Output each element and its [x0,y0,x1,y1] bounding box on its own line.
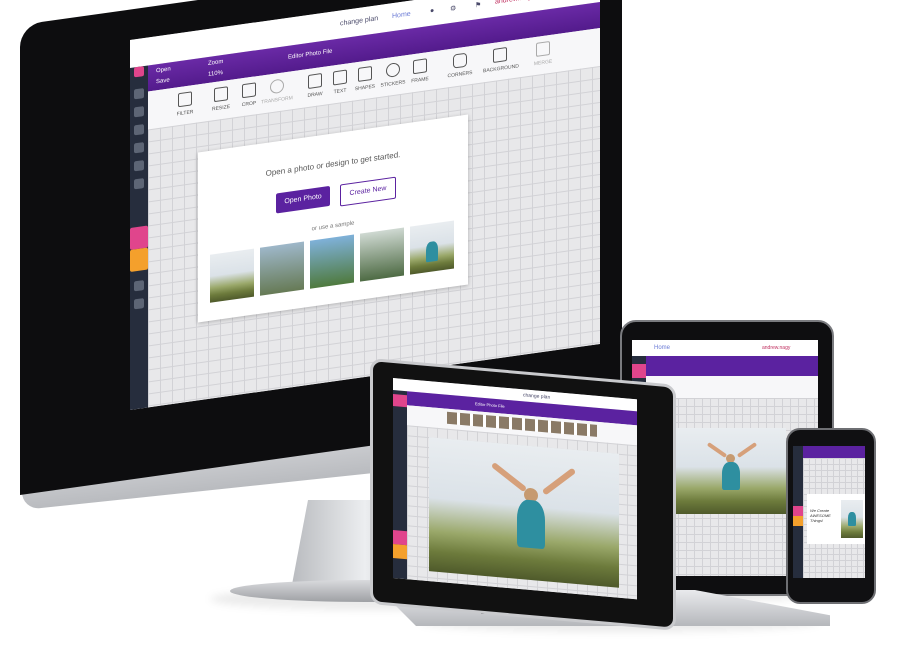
sample-thumbnail[interactable] [260,241,304,296]
laptop-logo-icon[interactable] [393,394,407,408]
facebook-icon[interactable] [134,88,144,100]
tablet-user-menu[interactable]: andrew.nagy [762,345,790,351]
user-menu[interactable]: andrew.nagy [495,0,535,6]
tablet-photo [676,428,786,514]
instagram-icon[interactable] [134,124,144,136]
design-icon[interactable] [130,225,148,250]
file-name: Editor Photo File [288,48,333,61]
phone-canvas[interactable]: We Create AWESOME Things! [803,458,865,578]
laptop-screen: change plan Editor Photo File [393,378,637,600]
flag-icon[interactable]: ⚑ [475,1,481,10]
corners-tool[interactable]: CORNERS [443,51,477,80]
phone-editor-bar [803,446,865,458]
laptop-canvas[interactable] [407,425,637,600]
phone-design-icon[interactable] [793,506,803,516]
chart-icon[interactable] [134,280,144,292]
tablet-logo-icon[interactable] [632,364,646,378]
background-tool[interactable]: BACKGROUND [483,46,519,74]
laptop-file-name: Editor Photo File [475,401,505,409]
phone-screen: We Create AWESOME Things! [793,446,865,578]
logo-icon[interactable] [134,66,144,78]
create-new-button[interactable]: Create New [340,176,396,207]
transform-tool[interactable]: TRANSFORM [260,77,294,106]
frame-tool[interactable]: FRAME [403,57,437,86]
phone-sidebar [793,446,803,578]
laptop-sidebar [393,390,407,580]
sidebar-nav [130,65,148,410]
photo-icon[interactable] [134,178,144,190]
laptop-design-icon[interactable] [393,530,407,546]
imac-screen: change plan Home ● ⚙ ⚑ andrew.nagy Open … [130,0,600,411]
phone-editor-icon[interactable] [793,516,803,526]
laptop-plan-link[interactable]: change plan [523,392,550,400]
phone-design-text: We Create AWESOME Things! [810,508,831,523]
sample-thumbnail[interactable] [210,248,254,303]
open-button[interactable]: Open [156,66,171,74]
change-plan-link[interactable]: change plan [340,15,378,27]
pinterest-icon[interactable] [134,160,144,172]
sample-thumbnail[interactable] [360,227,404,282]
start-prompt: Open a photo or design to get started. [265,150,401,178]
editor-icon[interactable] [130,247,148,272]
filter-tool[interactable]: FILTER [168,90,202,119]
linkedin-icon[interactable] [134,142,144,154]
sample-thumbnail[interactable] [310,234,354,289]
laptop-editor-icon[interactable] [393,544,407,560]
tablet-header: Home andrew.nagy [632,340,818,357]
laptop-photo [429,437,619,588]
bell-icon[interactable]: ● [430,7,434,15]
tablet-home-link[interactable]: Home [654,345,670,351]
tablet-editor-bar [646,356,818,376]
merge-tool[interactable]: MERGE [526,40,560,69]
twitter-icon[interactable] [134,106,144,118]
zoom-value[interactable]: 110% [208,70,223,78]
phone-photo [841,500,863,538]
settings-icon[interactable]: ⚙ [450,4,456,13]
phone-design-card: We Create AWESOME Things! [807,494,865,544]
open-photo-button[interactable]: Open Photo [276,185,330,214]
calendar-icon[interactable] [134,298,144,310]
save-button[interactable]: Save [156,77,170,85]
zoom-label: Zoom [208,58,224,68]
start-card: Open a photo or design to get started. O… [198,114,468,323]
sample-thumbnail[interactable] [410,220,454,275]
home-link[interactable]: Home [392,11,411,21]
